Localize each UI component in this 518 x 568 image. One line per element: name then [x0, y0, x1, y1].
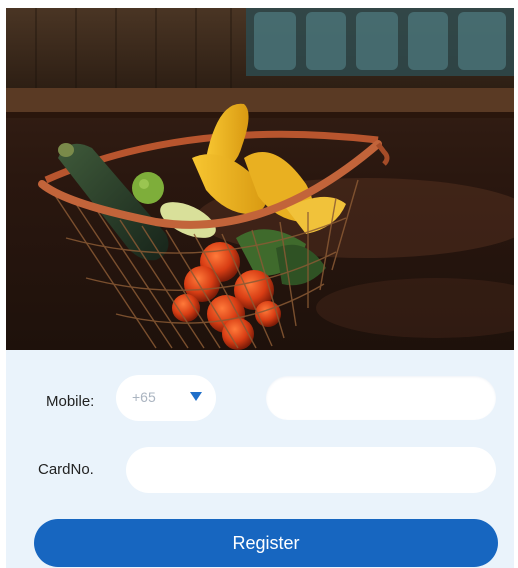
mobile-input[interactable]	[266, 376, 496, 420]
hero-image	[6, 8, 514, 350]
card-number-input[interactable]	[126, 447, 496, 493]
register-form: Mobile: +65 CardNo. Register	[6, 350, 514, 568]
screen: Mobile: +65 CardNo. Register	[0, 0, 518, 568]
card-number-field-wrapper	[126, 447, 496, 493]
country-code-select[interactable]: +65	[116, 375, 216, 421]
mobile-label: Mobile:	[46, 393, 95, 410]
country-code-value: +65	[132, 389, 156, 405]
chevron-down-icon	[190, 392, 202, 401]
mobile-field-wrapper	[266, 376, 496, 420]
register-button[interactable]: Register	[34, 519, 498, 567]
card-number-label: CardNo.	[38, 461, 94, 478]
grocery-basket-photo	[6, 8, 514, 350]
